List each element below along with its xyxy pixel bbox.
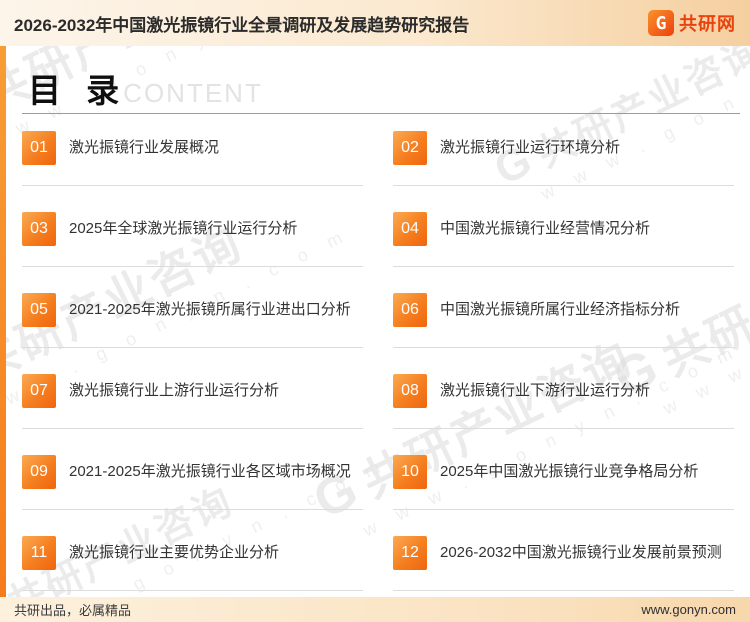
toc-item-label: 2021-2025年激光振镜行业各区域市场概况	[69, 463, 351, 481]
toc-cell: 04 中国激光振镜行业经营情况分析	[393, 212, 734, 293]
toc-heading-rule	[22, 113, 740, 114]
toc-cell: 02 激光振镜行业运行环境分析	[393, 131, 734, 212]
toc-divider	[22, 347, 363, 348]
toc-cell: 01 激光振镜行业发展概况	[22, 131, 363, 212]
toc-item-02[interactable]: 02 激光振镜行业运行环境分析	[393, 131, 734, 165]
toc-item-label: 2026-2032中国激光振镜行业发展前景预测	[440, 544, 722, 562]
toc-item-09[interactable]: 09 2021-2025年激光振镜行业各区域市场概况	[22, 455, 363, 489]
toc-item-01[interactable]: 01 激光振镜行业发展概况	[22, 131, 363, 165]
toc-cell: 06 中国激光振镜所属行业经济指标分析	[393, 293, 734, 374]
toc-divider	[22, 428, 363, 429]
toc-item-10[interactable]: 10 2025年中国激光振镜行业竞争格局分析	[393, 455, 734, 489]
toc-item-label: 2025年全球激光振镜行业运行分析	[69, 220, 298, 238]
page-footer: 共研出品，必属精品 www.gonyn.com	[0, 597, 750, 622]
toc-item-03[interactable]: 03 2025年全球激光振镜行业运行分析	[22, 212, 363, 246]
toc-divider	[22, 266, 363, 267]
toc-item-label: 激光振镜行业发展概况	[69, 139, 220, 157]
toc-item-12[interactable]: 12 2026-2032中国激光振镜行业发展前景预测	[393, 536, 734, 570]
toc-item-label: 2025年中国激光振镜行业竞争格局分析	[440, 463, 699, 481]
toc-cell: 07 激光振镜行业上游行业运行分析	[22, 374, 363, 455]
toc-number-badge: 07	[22, 374, 56, 408]
toc-item-06[interactable]: 06 中国激光振镜所属行业经济指标分析	[393, 293, 734, 327]
toc-number-badge: 01	[22, 131, 56, 165]
toc-item-label: 激光振镜行业下游行业运行分析	[440, 382, 651, 400]
toc-cell: 03 2025年全球激光振镜行业运行分析	[22, 212, 363, 293]
gonyn-logo-text: 共研网	[679, 14, 736, 34]
toc-divider	[393, 428, 734, 429]
toc-number-badge: 12	[393, 536, 427, 570]
report-title: 2026-2032年中国激光振镜行业全景调研及发展趋势研究报告	[14, 15, 470, 35]
toc-cell: 08 激光振镜行业下游行业运行分析	[393, 374, 734, 455]
toc-item-label: 2021-2025年激光振镜所属行业进出口分析	[69, 301, 351, 319]
toc-number-badge: 05	[22, 293, 56, 327]
gonyn-logo-icon: G	[648, 10, 674, 36]
toc-item-11[interactable]: 11 激光振镜行业主要优势企业分析	[22, 536, 363, 570]
toc-divider	[22, 185, 363, 186]
toc-item-04[interactable]: 04 中国激光振镜行业经营情况分析	[393, 212, 734, 246]
toc-cell: 10 2025年中国激光振镜行业竞争格局分析	[393, 455, 734, 536]
toc-divider	[393, 347, 734, 348]
report-toc-page: G共研产业咨询 w w w . g o n y n . c o m G共研产业咨…	[0, 0, 750, 622]
toc-title: 目 录	[28, 72, 128, 109]
toc-divider	[22, 509, 363, 510]
toc-divider	[393, 266, 734, 267]
toc-number-badge: 08	[393, 374, 427, 408]
gonyn-logo[interactable]: G 共研网	[648, 10, 736, 36]
toc-item-label: 激光振镜行业主要优势企业分析	[69, 544, 280, 562]
toc-number-badge: 04	[393, 212, 427, 246]
toc-item-07[interactable]: 07 激光振镜行业上游行业运行分析	[22, 374, 363, 408]
toc-divider	[22, 590, 363, 591]
toc-item-label: 激光振镜行业运行环境分析	[440, 139, 621, 157]
toc-grid: 01 激光振镜行业发展概况 02 激光振镜行业运行环境分析 03 2025年全球…	[22, 131, 734, 617]
toc-subtitle: CONTENT	[123, 78, 263, 108]
toc-number-badge: 02	[393, 131, 427, 165]
toc-item-label: 激光振镜行业上游行业运行分析	[69, 382, 280, 400]
page-header: 2026-2032年中国激光振镜行业全景调研及发展趋势研究报告 G 共研网	[0, 0, 750, 46]
left-accent-bar	[0, 46, 6, 597]
footer-url[interactable]: www.gonyn.com	[641, 602, 736, 617]
toc-item-08[interactable]: 08 激光振镜行业下游行业运行分析	[393, 374, 734, 408]
toc-cell: 09 2021-2025年激光振镜行业各区域市场概况	[22, 455, 363, 536]
toc-cell: 05 2021-2025年激光振镜所属行业进出口分析	[22, 293, 363, 374]
toc-heading: 目 录 CONTENT	[28, 64, 263, 112]
toc-item-label: 中国激光振镜所属行业经济指标分析	[440, 301, 681, 319]
toc-item-05[interactable]: 05 2021-2025年激光振镜所属行业进出口分析	[22, 293, 363, 327]
toc-number-badge: 06	[393, 293, 427, 327]
toc-item-label: 中国激光振镜行业经营情况分析	[440, 220, 651, 238]
toc-divider	[393, 590, 734, 591]
toc-divider	[393, 185, 734, 186]
footer-slogan: 共研出品，必属精品	[14, 603, 132, 618]
toc-number-badge: 11	[22, 536, 56, 570]
toc-number-badge: 03	[22, 212, 56, 246]
toc-number-badge: 09	[22, 455, 56, 489]
toc-number-badge: 10	[393, 455, 427, 489]
toc-divider	[393, 509, 734, 510]
